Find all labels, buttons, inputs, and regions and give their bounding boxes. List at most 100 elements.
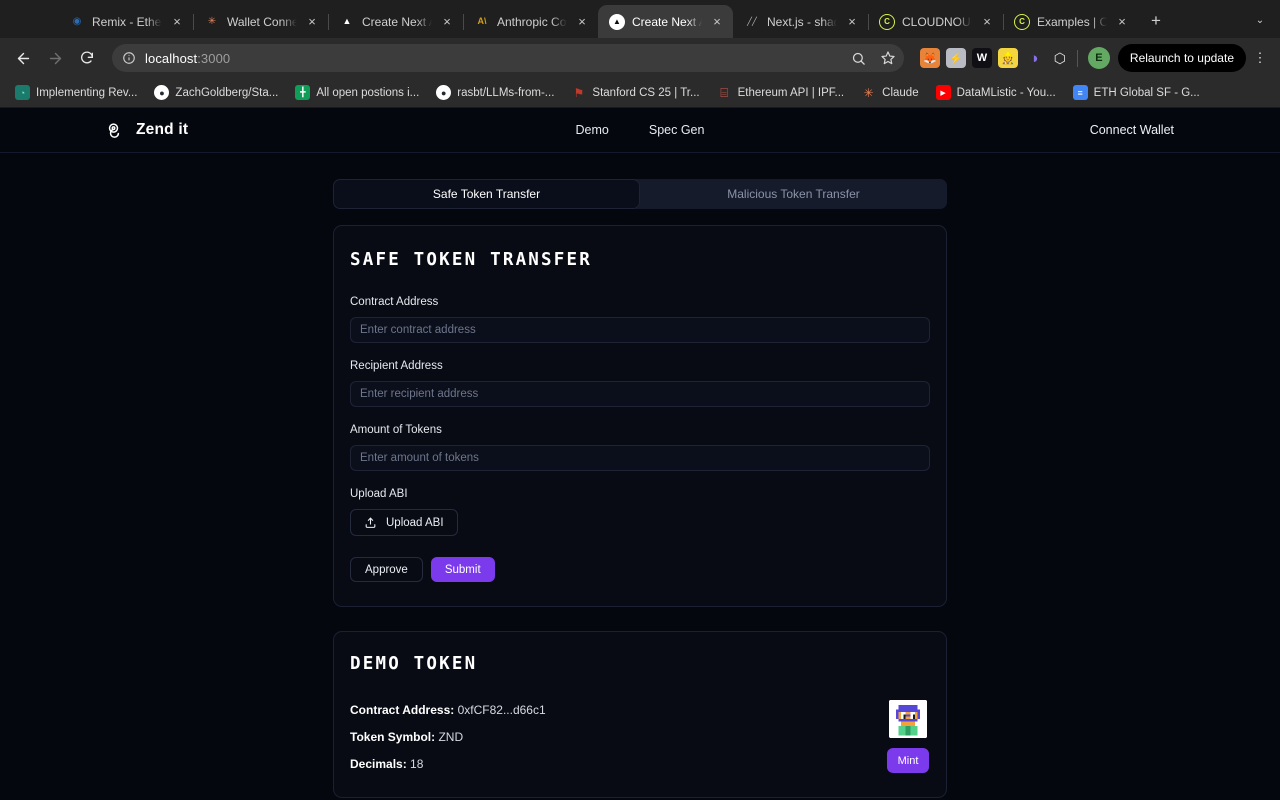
token-symbol-label: Token Symbol:: [350, 730, 436, 744]
site-header: Zend it Demo Spec Gen Connect Wallet: [0, 108, 1280, 153]
browser-tab-title: Next.js - shadc: [767, 14, 837, 29]
bookmark-item[interactable]: ≡ ETH Global SF - G...: [1066, 82, 1207, 103]
bookmark-label: ZachGoldberg/Sta...: [175, 86, 279, 99]
upload-icon: [365, 517, 376, 528]
bookmark-item[interactable]: ⚑ Stanford CS 25 | Tr...: [564, 82, 706, 103]
bookmark-item[interactable]: ● rasbt/LLMs-from-...: [429, 82, 561, 103]
github-icon: ●: [436, 85, 452, 100]
close-icon[interactable]: ×: [979, 14, 995, 30]
forward-button: [40, 43, 70, 73]
label-amount-of-tokens: Amount of Tokens: [350, 424, 442, 436]
browser-tab[interactable]: ◉ Remix - Ethere ×: [58, 5, 194, 38]
bookmark-item[interactable]: ╋ All open postions i...: [288, 82, 426, 103]
label-upload-abi: Upload ABI: [350, 488, 408, 500]
submit-button[interactable]: Submit: [430, 557, 495, 582]
bookmark-label: ETH Global SF - G...: [1093, 86, 1200, 99]
token-symbol-row: Token Symbol: ZND: [350, 730, 886, 744]
back-button[interactable]: [8, 43, 38, 73]
nextjs-icon: ▲: [342, 16, 352, 26]
nouns-avatar: [889, 700, 927, 738]
youtube-icon: ▶: [935, 85, 951, 100]
bookmark-label: Claude: [882, 86, 919, 99]
browser-tab[interactable]: A\ Anthropic Con ×: [463, 5, 598, 38]
card-title: SAFE TOKEN TRANSFER: [350, 250, 592, 270]
infura-icon: ⌸: [720, 85, 728, 100]
search-icon[interactable]: [851, 51, 866, 66]
browser-tab-strip: ◉ Remix - Ethere × ✳ Wallet Connec × ▲ C…: [0, 0, 1280, 38]
browser-tab-active[interactable]: ▲ Create Next Ap ×: [598, 5, 733, 38]
google-sheets-icon: ╋: [295, 85, 311, 100]
upload-abi-button[interactable]: Upload ABI: [350, 509, 458, 536]
tab-safe-token-transfer[interactable]: Safe Token Transfer: [333, 179, 640, 209]
close-icon[interactable]: ×: [1114, 14, 1130, 30]
nav-demo[interactable]: Demo: [576, 123, 609, 137]
tab-malicious-token-transfer[interactable]: Malicious Token Transfer: [640, 179, 947, 209]
transfer-mode-tabs: Safe Token Transfer Malicious Token Tran…: [333, 179, 947, 209]
chevron-down-icon[interactable]: ⌄: [1246, 6, 1274, 34]
new-tab-button[interactable]: +: [1142, 7, 1170, 35]
amount-of-tokens-input[interactable]: [350, 445, 930, 471]
contract-address-input[interactable]: [350, 317, 930, 343]
bookmark-item[interactable]: ⌸ Ethereum API | IPF...: [710, 82, 852, 103]
browser-tab[interactable]: ╱╱ Next.js - shadc ×: [733, 5, 869, 38]
browser-tab[interactable]: C Examples | CLO ×: [1003, 5, 1138, 38]
close-icon[interactable]: ×: [439, 14, 455, 30]
bookmark-item[interactable]: ✳ Claude: [854, 82, 925, 103]
flashbots-extension-icon[interactable]: ⚡: [945, 48, 966, 68]
bookmark-item[interactable]: ▶ DataMListic - You...: [929, 82, 1063, 103]
browser-tab-title: Create Next Ap: [632, 14, 702, 29]
url-text: localhost:3000: [145, 50, 231, 66]
close-icon[interactable]: ×: [574, 14, 590, 30]
close-icon[interactable]: ×: [169, 14, 185, 30]
recipient-address-input[interactable]: [350, 381, 930, 407]
demo-token-title: DEMO TOKEN: [350, 654, 478, 674]
brand[interactable]: Zend it: [106, 121, 188, 140]
metamask-extension-icon[interactable]: 🦊: [919, 48, 940, 68]
page-content: Zend it Demo Spec Gen Connect Wallet Saf…: [0, 108, 1280, 800]
extensions-puzzle-icon[interactable]: ⬡: [1050, 48, 1070, 68]
demo-token-card: DEMO TOKEN Contract Address: 0xfCF82...d…: [333, 631, 947, 798]
rabby-extension-icon[interactable]: ◑: [1024, 48, 1044, 68]
close-icon[interactable]: ×: [304, 14, 320, 30]
pocket-universe-extension-icon[interactable]: 👷: [997, 48, 1018, 68]
browser-tab[interactable]: C CLOUDNOUNS ×: [868, 5, 1004, 38]
walletconnect-icon: ✳: [207, 15, 217, 27]
browser-tab-title: Anthropic Con: [497, 14, 567, 29]
bookmark-item[interactable]: ● ZachGoldberg/Sta...: [147, 82, 285, 103]
main-content: Safe Token Transfer Malicious Token Tran…: [0, 153, 1280, 798]
bookmark-label: DataMListic - You...: [956, 86, 1056, 99]
field-upload-abi: Upload ABI Upload ABI: [350, 488, 930, 536]
approve-button[interactable]: Approve: [350, 557, 423, 582]
browser-tab[interactable]: ✳ Wallet Connec ×: [193, 5, 329, 38]
token-decimals-row: Decimals: 18: [350, 757, 886, 771]
profile-avatar[interactable]: E: [1087, 47, 1110, 69]
reload-button[interactable]: [72, 43, 102, 73]
nav-spec-gen[interactable]: Spec Gen: [649, 123, 705, 137]
close-icon[interactable]: ×: [709, 14, 725, 30]
upload-abi-label: Upload ABI: [386, 516, 444, 529]
claude-icon: ✳: [863, 85, 874, 100]
demo-token-info: DEMO TOKEN Contract Address: 0xfCF82...d…: [350, 654, 886, 771]
relaunch-to-update-button[interactable]: Relaunch to update: [1117, 44, 1246, 72]
site-nav: Demo Spec Gen: [0, 123, 1280, 137]
token-decimals-label: Decimals:: [350, 757, 407, 771]
bookmark-item[interactable]: ◔ Implementing Rev...: [8, 82, 144, 103]
label-contract-address: Contract Address: [350, 296, 439, 308]
connect-wallet-button[interactable]: Connect Wallet: [1090, 123, 1174, 137]
bookmark-label: Implementing Rev...: [36, 86, 138, 99]
token-symbol-value: ZND: [438, 730, 464, 744]
close-icon[interactable]: ×: [844, 14, 860, 30]
cloudnouns-icon: C: [1014, 13, 1030, 30]
bookmark-star-icon[interactable]: [880, 50, 896, 66]
browser-tab-title: Remix - Ethere: [92, 14, 162, 29]
mint-button[interactable]: Mint: [887, 748, 929, 773]
site-info-icon: [123, 52, 135, 64]
browser-tab-title: Examples | CLO: [1037, 14, 1107, 29]
wombat-extension-icon[interactable]: W: [971, 48, 992, 68]
cloudnouns-icon: C: [879, 13, 895, 30]
field-contract-address: Contract Address: [350, 296, 930, 343]
address-bar[interactable]: localhost:3000: [112, 44, 904, 72]
browser-menu-button[interactable]: ⋮: [1248, 44, 1272, 72]
browser-tab-title: CLOUDNOUNS: [902, 14, 972, 29]
browser-tab[interactable]: ▲ Create Next Ap ×: [328, 5, 464, 38]
